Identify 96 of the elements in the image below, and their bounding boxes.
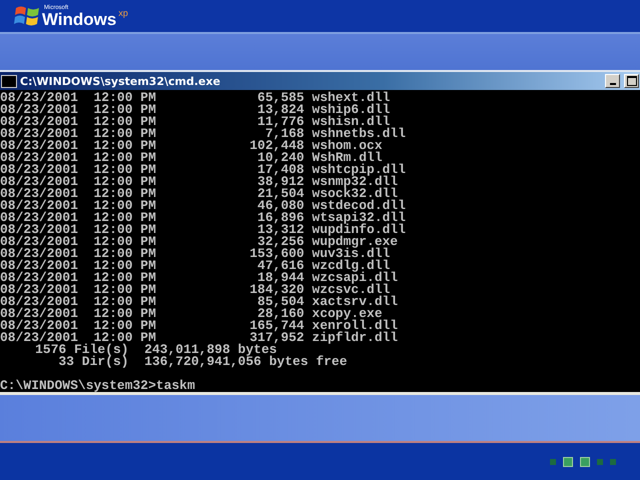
file-size: 85,504 — [257, 296, 304, 308]
file-name: wshext.dll — [312, 92, 390, 104]
file-name: wsnmp32.dll — [312, 176, 398, 188]
file-size: 38,912 — [256, 176, 304, 188]
file-name: wstdecod.dll — [312, 200, 406, 212]
file-size: 317,952 — [250, 332, 304, 344]
file-size: 47,616 — [257, 260, 304, 272]
file-time: 12:00 PM — [94, 92, 156, 104]
file-date: 08/23/2001 — [0, 284, 80, 296]
summary-count: 33 Dir(s) — [58, 356, 129, 368]
file-date: 08/23/2001 — [0, 140, 80, 152]
file-time: 12:00 PM — [94, 152, 156, 164]
file-time: 12:00 PM — [94, 260, 156, 272]
file-size: 13,312 — [256, 224, 304, 236]
file-date: 08/23/2001 — [0, 152, 80, 164]
file-time: 12:00 PM — [94, 248, 156, 260]
file-size: 16,896 — [256, 212, 304, 224]
file-date: 08/23/2001 — [0, 308, 80, 320]
file-name: wzcdlg.dll — [312, 260, 390, 272]
file-date: 08/23/2001 — [0, 224, 80, 236]
console-icon — [1, 74, 17, 88]
file-name: wshnetbs.dll — [312, 128, 406, 140]
file-size: 21,504 — [256, 188, 304, 200]
file-time: 12:00 PM — [94, 200, 156, 212]
file-time: 12:00 PM — [94, 116, 156, 128]
file-time: 12:00 PM — [94, 140, 156, 152]
file-time: 12:00 PM — [94, 176, 156, 188]
file-name: wshom.ocx — [312, 140, 382, 152]
file-size: 18,944 — [257, 272, 304, 284]
file-name: xenroll.dll — [312, 320, 398, 332]
file-name: xcopy.exe — [312, 308, 382, 320]
file-time: 12:00 PM — [94, 212, 156, 224]
file-size: 46,080 — [256, 200, 304, 212]
file-name: wtsapi32.dll — [312, 212, 406, 224]
logo-superscript: xp — [118, 8, 128, 18]
file-name: zipfldr.dll — [312, 332, 398, 344]
file-size: 10,240 — [257, 152, 304, 164]
windows-flag-icon — [14, 4, 40, 28]
file-name: wuv3is.dll — [312, 248, 390, 260]
file-time: 12:00 PM — [94, 320, 156, 332]
file-date: 08/23/2001 — [0, 92, 80, 104]
file-size: 184,320 — [248, 284, 304, 296]
summary-bytes: 243,011,898 bytes — [143, 344, 277, 356]
file-name: wupdmgr.exe — [312, 236, 398, 248]
file-name: xactsrv.dll — [312, 296, 398, 308]
file-time: 12:00 PM — [94, 128, 156, 140]
file-date: 08/23/2001 — [0, 164, 80, 176]
command-prompt: C:\WINDOWS\system32>taskm — [0, 380, 196, 392]
file-name: wzcsvc.dll — [312, 284, 390, 296]
file-time: 12:00 PM — [94, 308, 156, 320]
file-date: 08/23/2001 — [0, 128, 80, 140]
file-name: wsock32.dll — [312, 188, 398, 200]
file-size: 13,824 — [256, 104, 304, 116]
file-size: 153,600 — [248, 248, 304, 260]
file-name: WshRm.dll — [312, 152, 382, 164]
file-time: 12:00 PM — [94, 104, 156, 116]
file-date: 08/23/2001 — [0, 332, 78, 344]
file-size: 65,585 — [256, 92, 304, 104]
file-time: 12:00 PM — [94, 224, 156, 236]
file-date: 08/23/2001 — [0, 104, 80, 116]
file-size: 7,168 — [265, 128, 304, 140]
file-date: 08/23/2001 — [0, 236, 80, 248]
file-time: 12:00 PM — [94, 272, 156, 284]
file-date: 08/23/2001 — [0, 200, 80, 212]
file-size: 165,744 — [248, 320, 304, 332]
minimize-button[interactable] — [605, 74, 620, 88]
logo-wordmark: Windows — [42, 10, 116, 28]
summary-count: 1576 File(s) — [34, 344, 129, 356]
summary-bytes: 136,720,941,056 bytes free — [143, 356, 348, 368]
file-date: 08/23/2001 — [0, 260, 80, 272]
file-date: 08/23/2001 — [0, 116, 80, 128]
file-date: 08/23/2001 — [0, 188, 80, 200]
file-date: 08/23/2001 — [0, 296, 80, 308]
file-name: wship6.dll — [312, 104, 390, 116]
file-time: 12:00 PM — [94, 188, 156, 200]
file-time: 12:00 PM — [94, 164, 156, 176]
file-time: 12:00 PM — [94, 284, 156, 296]
file-name: wshisn.dll — [312, 116, 390, 128]
file-size: 32,256 — [257, 236, 304, 248]
maximize-button[interactable] — [624, 74, 639, 88]
file-size: 102,448 — [248, 140, 304, 152]
file-name: wzcsapi.dll — [312, 272, 398, 284]
file-date: 08/23/2001 — [0, 212, 80, 224]
file-date: 08/23/2001 — [0, 272, 80, 284]
file-date: 08/23/2001 — [0, 320, 80, 332]
window-title: C:\WINDOWS\system32\cmd.exe — [20, 74, 220, 88]
file-name: wshtcpip.dll — [312, 164, 406, 176]
file-size: 28,160 — [257, 308, 304, 320]
file-size: 11,776 — [256, 116, 304, 128]
file-name: wupdinfo.dll — [312, 224, 406, 236]
file-size: 17,408 — [256, 164, 304, 176]
file-date: 08/23/2001 — [0, 248, 80, 260]
file-date: 08/23/2001 — [0, 176, 80, 188]
file-time: 12:00 PM — [94, 296, 156, 308]
file-time: 12:00 PM — [94, 332, 156, 344]
file-time: 12:00 PM — [94, 236, 156, 248]
